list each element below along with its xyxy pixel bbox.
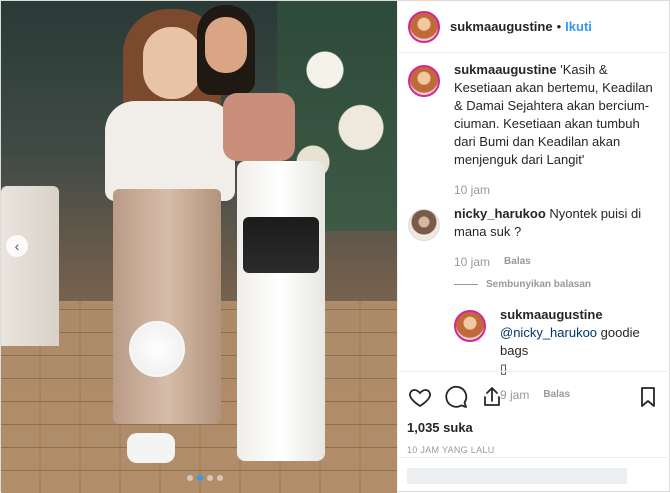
photo-person-left-face xyxy=(143,27,201,99)
chevron-left-icon: ‹ xyxy=(14,238,20,254)
avatar[interactable] xyxy=(408,10,440,43)
likes-count[interactable]: 1,035 suka xyxy=(407,420,661,435)
photo-person-right-pants xyxy=(237,161,325,461)
bookmark-icon[interactable] xyxy=(635,384,661,410)
comment-input[interactable] xyxy=(407,468,627,484)
carousel-dot[interactable] xyxy=(197,475,203,481)
photo-person-left-skirt xyxy=(113,189,221,424)
carousel-dot[interactable] xyxy=(207,475,213,481)
comment-username[interactable]: nicky_harukoo xyxy=(454,206,546,221)
action-icons xyxy=(407,380,661,414)
hide-replies-rule xyxy=(454,284,478,285)
carousel-dot[interactable] xyxy=(217,475,223,481)
comments-list: sukmaaugustine 'Kasih & Kesetiaan akan b… xyxy=(398,61,670,402)
caption-text: sukmaaugustine 'Kasih & Kesetiaan akan b… xyxy=(454,61,662,169)
reply-avatar[interactable] xyxy=(454,310,486,342)
carousel-prev-button[interactable]: ‹ xyxy=(6,235,28,257)
post-actions: 1,035 suka 10 JAM YANG LALU xyxy=(397,371,670,455)
reply-text: sukmaaugustine @nicky_harukoo goodie bag… xyxy=(500,306,662,378)
photo-person-left-top xyxy=(105,101,235,201)
caption-meta: 10 jam xyxy=(454,183,662,197)
post-photo[interactable]: ‹ xyxy=(1,1,397,493)
photo-sneakers xyxy=(127,433,175,463)
add-comment-bar xyxy=(397,457,670,493)
hide-replies-label: Sembunyikan balasan xyxy=(486,279,592,290)
header-separator: • xyxy=(556,19,562,34)
post-username[interactable]: sukmaaugustine xyxy=(450,19,553,34)
share-icon[interactable] xyxy=(479,384,505,410)
photo-round-bag xyxy=(129,321,185,377)
heart-icon[interactable] xyxy=(407,384,433,410)
photo-person-right-top xyxy=(223,93,295,161)
reply-username[interactable]: sukmaaugustine xyxy=(500,306,662,324)
caption-time[interactable]: 10 jam xyxy=(454,183,490,197)
caption-username[interactable]: sukmaaugustine xyxy=(454,62,557,77)
post-modal: ‹ sukmaaugustine • Ikuti sukmaaugustine … xyxy=(0,0,670,493)
caption-row: sukmaaugustine 'Kasih & Kesetiaan akan b… xyxy=(398,61,670,197)
photo-person-right-face xyxy=(205,17,247,73)
post-timestamp[interactable]: 10 JAM YANG LALU xyxy=(407,445,661,455)
post-header: sukmaaugustine • Ikuti xyxy=(398,1,670,53)
hide-replies-button[interactable]: Sembunyikan balasan xyxy=(454,279,670,290)
caption-body: 'Kasih & Kesetiaan akan bertemu, Keadila… xyxy=(454,62,653,167)
follow-button[interactable]: Ikuti xyxy=(565,19,592,34)
comment-icon[interactable] xyxy=(443,384,469,410)
caption-avatar[interactable] xyxy=(408,65,440,97)
photo-clutch xyxy=(243,217,319,273)
comment-reply-button[interactable]: Balas xyxy=(504,256,531,269)
carousel-dots xyxy=(187,475,223,481)
reply-mention[interactable]: @nicky_harukoo xyxy=(500,325,597,340)
photo-table xyxy=(1,186,59,346)
comment-text: nicky_harukoo Nyontek puisi di mana suk … xyxy=(454,205,662,241)
comment-time[interactable]: 10 jam xyxy=(454,255,490,269)
comment-meta: 10 jam Balas xyxy=(454,255,662,269)
comment-avatar[interactable] xyxy=(408,209,440,241)
comment-row: nicky_harukoo Nyontek puisi di mana suk … xyxy=(398,205,670,269)
carousel-dot[interactable] xyxy=(187,475,193,481)
